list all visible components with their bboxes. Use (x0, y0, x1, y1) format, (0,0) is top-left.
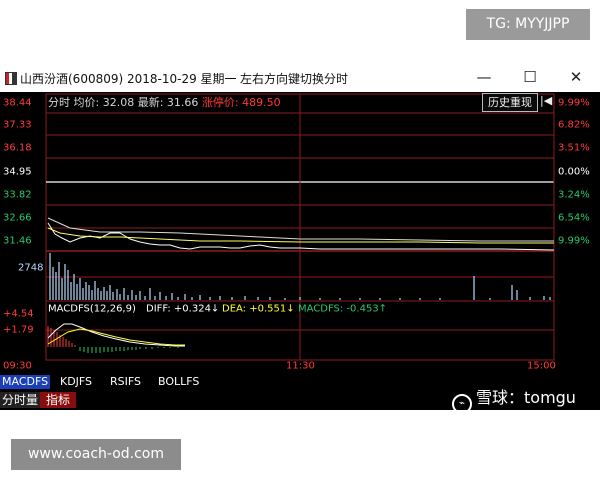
window-titlebar: 山西汾酒(600809) 2018-10-29 星期一 左右方向键切换分时 — … (0, 64, 600, 92)
chart-canvas: 38.44 37.33 36.18 34.95 33.82 32.66 31.4… (3, 93, 590, 371)
go-start-button[interactable]: |◀ (540, 94, 552, 107)
watermark-text: 雪球：tomgu (476, 388, 576, 407)
time-label-end: 15:00 (527, 360, 556, 371)
close-button[interactable]: ✕ (554, 64, 598, 92)
window-title: 山西汾酒(600809) 2018-10-29 星期一 (20, 72, 237, 86)
history-replay-button[interactable]: 历史重现 (482, 93, 538, 112)
maximize-button[interactable]: ☐ (508, 64, 552, 92)
url-badge: www.coach-od.com (11, 439, 181, 470)
limit-price-label: 涨停价: (201, 96, 239, 109)
window-hint: 左右方向键切换分时 (240, 72, 349, 86)
macd-dea-value: DEA: +0.551↓ (222, 303, 295, 314)
tab-bollfs[interactable]: BOLLFS (156, 375, 201, 389)
chart-info-bar: 分时 均价: 32.08 最新: 31.66 涨停价: 489.50 (48, 94, 281, 110)
limit-price-value: 489.50 (242, 96, 281, 109)
macd-axis-top: +4.54 (3, 308, 34, 319)
latest-label: 最新: (137, 96, 164, 109)
app-icon (5, 72, 17, 85)
macd-axis-mid: +1.79 (3, 324, 34, 335)
axis-left-0: 38.44 (3, 97, 32, 108)
tab-kdjfs[interactable]: KDJFS (58, 375, 94, 389)
xueqiu-logo-icon: ⌁ (452, 394, 472, 414)
axis-right-5: 6.54% (558, 212, 590, 223)
minimize-button[interactable]: — (462, 64, 506, 92)
tg-badge: TG: MYYJJPP (466, 9, 590, 40)
axis-left-5: 32.66 (3, 212, 32, 223)
axis-left-6: 31.46 (3, 235, 32, 246)
tab-macdfs[interactable]: MACDFS (0, 375, 51, 389)
time-label-start: 09:30 (3, 360, 32, 371)
macd-diff-value: DIFF: +0.324↓ (146, 303, 219, 314)
tab-indicator[interactable]: 指标 (40, 392, 77, 408)
macdfs-value: MACDFS: -0.453↑ (298, 303, 387, 314)
avg-price-prefix: 分时 均价: (48, 96, 100, 109)
axis-right-0: 9.99% (558, 97, 590, 108)
axis-right-2: 3.51% (558, 142, 590, 153)
time-label-mid: 11:30 (286, 360, 315, 371)
axis-left-1: 37.33 (3, 119, 32, 130)
axis-left-3: 34.95 (3, 166, 32, 177)
xueqiu-watermark: ⌁ 雪球：tomgu (452, 384, 576, 414)
axis-right-3: 0.00% (558, 166, 590, 177)
axis-right-4: 3.24% (558, 189, 590, 200)
tab-rsifs[interactable]: RSIFS (108, 375, 143, 389)
volume-axis-label: 2748 (18, 262, 43, 273)
axis-right-1: 6.82% (558, 119, 590, 130)
axis-left-2: 36.18 (3, 142, 32, 153)
stock-window: 山西汾酒(600809) 2018-10-29 星期一 左右方向键切换分时 — … (0, 64, 600, 410)
macd-title: MACDFS(12,26,9) (48, 303, 136, 314)
avg-price-value: 32.08 (102, 96, 135, 109)
axis-left-4: 33.82 (3, 189, 32, 200)
price-line (47, 222, 555, 251)
latest-price-value: 31.66 (166, 96, 199, 109)
axis-right-6: 9.99% (558, 235, 590, 246)
tab-volume[interactable]: 分时量 (0, 392, 41, 408)
